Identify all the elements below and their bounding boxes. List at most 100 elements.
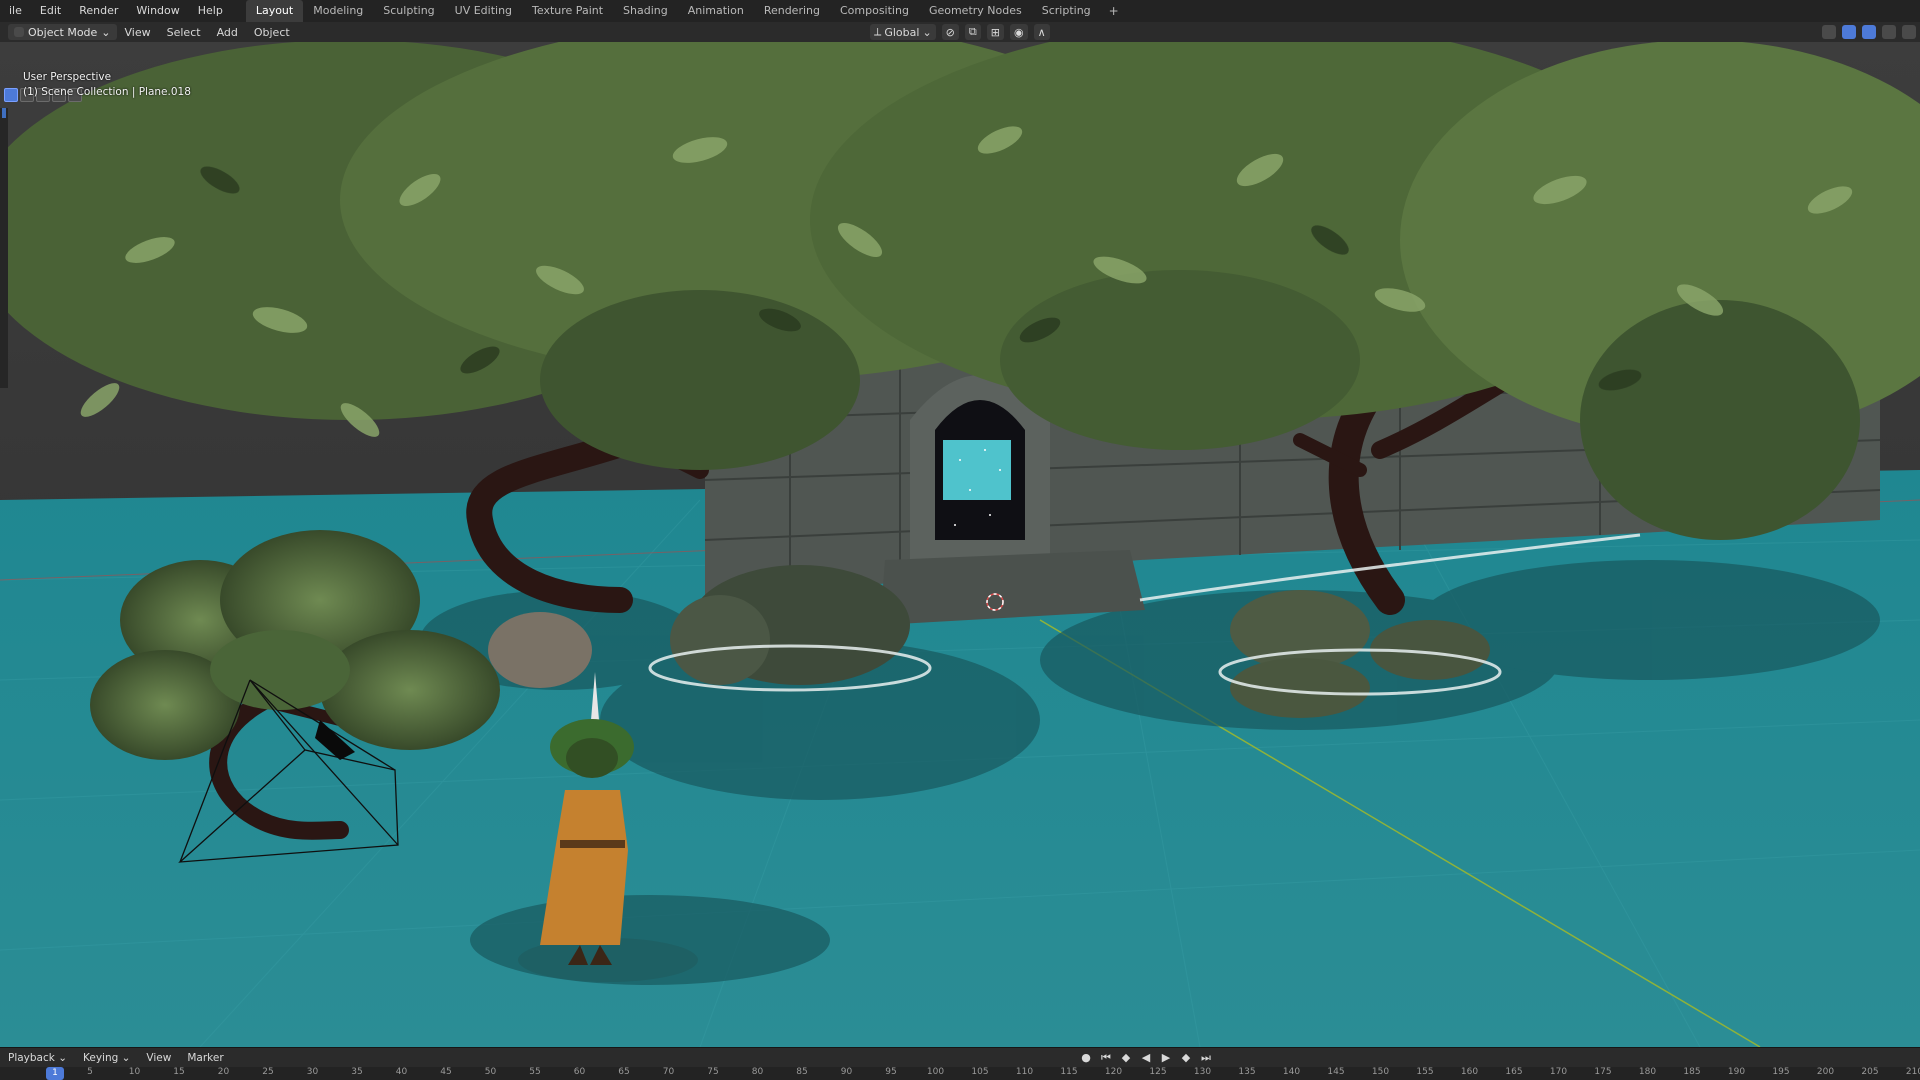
timeline-tick-label: 25 bbox=[262, 1067, 274, 1077]
snap-target-button[interactable]: ⊞ bbox=[986, 24, 1004, 40]
proportional-button[interactable]: ◉ bbox=[1009, 24, 1028, 40]
scene-render bbox=[0, 42, 1920, 1047]
gizmo-icon[interactable] bbox=[1842, 25, 1856, 39]
xray-icon[interactable] bbox=[1882, 25, 1896, 39]
playback-label: Playback bbox=[8, 1052, 55, 1064]
timeline-tick-label: 55 bbox=[529, 1067, 541, 1077]
timeline-tick-label: 15 bbox=[173, 1067, 185, 1077]
timeline-tick-label: 195 bbox=[1772, 1067, 1790, 1077]
timeline-tick-label: 10 bbox=[128, 1067, 141, 1077]
timeline-tick-label: 20 bbox=[217, 1067, 230, 1077]
visibility-icon[interactable] bbox=[1822, 25, 1836, 39]
viewport-header: Object Mode ⌄ View Select Add Object ⟂ G… bbox=[0, 22, 1920, 42]
timeline-tick-label: 165 bbox=[1505, 1067, 1523, 1077]
timeline-tick-label: 185 bbox=[1683, 1067, 1701, 1077]
timeline-menu-keying[interactable]: Keying ⌄ bbox=[75, 1052, 138, 1064]
timeline-tick-label: 140 bbox=[1282, 1067, 1301, 1077]
pivot-button[interactable]: ⊘ bbox=[941, 24, 959, 40]
timeline-tick-label: 110 bbox=[1015, 1067, 1034, 1077]
timeline-tick-label: 35 bbox=[351, 1067, 363, 1077]
timeline-tick-label: 180 bbox=[1638, 1067, 1657, 1077]
tab-modeling[interactable]: Modeling bbox=[303, 0, 373, 22]
collection-label: (1) Scene Collection | Plane.018 bbox=[23, 86, 191, 98]
pivot-icon: ⊘ bbox=[945, 25, 955, 39]
timeline-tick-label: 155 bbox=[1416, 1067, 1434, 1077]
timeline-menu-marker[interactable]: Marker bbox=[179, 1052, 231, 1064]
next-keyframe-icon[interactable]: ◆ bbox=[1178, 1050, 1194, 1066]
header-menu-object[interactable]: Object bbox=[246, 26, 298, 39]
timeline-tick-label: 5 bbox=[87, 1067, 93, 1077]
falloff-icon: ∧ bbox=[1037, 25, 1046, 39]
timeline-tick-label: 175 bbox=[1594, 1067, 1612, 1077]
timeline-ruler[interactable]: 1 5 10 15 20 25 30 35 40 45 50 55 60 65 70 75 80 85 90 95 1… bbox=[0, 1067, 1920, 1080]
tab-uv-editing[interactable]: UV Editing bbox=[445, 0, 522, 22]
header-menu-select[interactable]: Select bbox=[159, 26, 209, 39]
play-icon[interactable]: ▶ bbox=[1158, 1050, 1174, 1066]
playback-controls: ● ⏮ ◆ ◀ ▶ ◆ ⏭ bbox=[1078, 1050, 1214, 1066]
tab-shading[interactable]: Shading bbox=[613, 0, 678, 22]
header-menu-view[interactable]: View bbox=[117, 26, 159, 39]
snap-icon: ⧉ bbox=[968, 25, 977, 38]
play-reverse-icon[interactable]: ◀ bbox=[1138, 1050, 1154, 1066]
timeline-header: Playback ⌄ Keying ⌄ View Marker ● ⏮ ◆ ◀ … bbox=[0, 1047, 1920, 1068]
jump-end-icon[interactable]: ⏭ bbox=[1198, 1050, 1214, 1066]
chevron-down-icon: ⌄ bbox=[101, 25, 111, 39]
timeline-tick-label: 190 bbox=[1727, 1067, 1746, 1077]
menu-edit[interactable]: Edit bbox=[31, 0, 70, 22]
prev-keyframe-icon[interactable]: ◆ bbox=[1118, 1050, 1134, 1066]
transform-tools: ⟂ Global ⌄ ⊘ ⧉ ⊞ ◉ ∧ bbox=[870, 22, 1050, 42]
jump-start-icon[interactable]: ⏮ bbox=[1098, 1050, 1114, 1066]
tab-texture-paint[interactable]: Texture Paint bbox=[522, 0, 613, 22]
timeline-tick-label: 95 bbox=[885, 1067, 897, 1077]
snap-target-icon: ⊞ bbox=[990, 25, 1000, 39]
perspective-label: User Perspective bbox=[23, 71, 112, 83]
menu-help[interactable]: Help bbox=[189, 0, 232, 22]
timeline-tick-label: 100 bbox=[926, 1067, 945, 1077]
3d-viewport[interactable]: User Perspective (1) Scene Collection | … bbox=[0, 42, 1920, 1047]
timeline-tick-label: 130 bbox=[1193, 1067, 1212, 1077]
timeline-tick-label: 145 bbox=[1327, 1067, 1345, 1077]
timeline-tick-label: 30 bbox=[306, 1067, 319, 1077]
timeline-tick-label: 125 bbox=[1149, 1067, 1167, 1077]
timeline-tick-label: 105 bbox=[971, 1067, 989, 1077]
mode-dropdown[interactable]: Object Mode ⌄ bbox=[8, 24, 117, 40]
timeline-menu-playback[interactable]: Playback ⌄ bbox=[0, 1052, 75, 1064]
timeline-tick-label: 160 bbox=[1460, 1067, 1479, 1077]
header-menu-add[interactable]: Add bbox=[209, 26, 246, 39]
tab-compositing[interactable]: Compositing bbox=[830, 0, 919, 22]
current-frame-indicator[interactable]: 1 bbox=[46, 1067, 64, 1080]
tab-layout[interactable]: Layout bbox=[245, 0, 304, 22]
timeline-tick-label: 150 bbox=[1371, 1067, 1390, 1077]
object-mode-icon bbox=[14, 27, 24, 37]
overlay-icon[interactable] bbox=[1862, 25, 1876, 39]
tab-geometry-nodes[interactable]: Geometry Nodes bbox=[919, 0, 1032, 22]
timeline-menu-view[interactable]: View bbox=[138, 1052, 179, 1064]
orientation-label: Global bbox=[884, 25, 920, 39]
timeline-tick-label: 70 bbox=[662, 1067, 675, 1077]
tab-sculpting[interactable]: Sculpting bbox=[373, 0, 444, 22]
tab-rendering[interactable]: Rendering bbox=[754, 0, 830, 22]
orientation-dropdown[interactable]: ⟂ Global ⌄ bbox=[870, 24, 936, 40]
viewport-display-tools bbox=[1822, 22, 1916, 42]
timeline-tick-label: 50 bbox=[484, 1067, 497, 1077]
timeline-tick-label: 135 bbox=[1238, 1067, 1256, 1077]
timeline-tick-label: 120 bbox=[1104, 1067, 1123, 1077]
tab-scripting[interactable]: Scripting bbox=[1032, 0, 1101, 22]
snap-button[interactable]: ⧉ bbox=[964, 24, 981, 40]
menu-render[interactable]: Render bbox=[70, 0, 127, 22]
shading-icon[interactable] bbox=[1902, 25, 1916, 39]
add-workspace-button[interactable]: + bbox=[1101, 4, 1127, 18]
select-new-icon[interactable] bbox=[4, 88, 18, 102]
keying-label: Keying bbox=[83, 1052, 119, 1064]
active-tool-indicator bbox=[2, 108, 6, 118]
top-menu-bar: ile Edit Render Window Help Layout Model… bbox=[0, 0, 1920, 23]
timeline-tick-label: 170 bbox=[1549, 1067, 1568, 1077]
menu-window[interactable]: Window bbox=[127, 0, 188, 22]
record-icon[interactable]: ● bbox=[1078, 1050, 1094, 1066]
tab-animation[interactable]: Animation bbox=[678, 0, 754, 22]
menu-file[interactable]: ile bbox=[0, 0, 31, 22]
falloff-button[interactable]: ∧ bbox=[1033, 24, 1050, 40]
workspace-tabs: Layout Modeling Sculpting UV Editing Tex… bbox=[245, 0, 1127, 22]
timeline-tick-label: 40 bbox=[395, 1067, 408, 1077]
orientation-icon: ⟂ bbox=[874, 25, 882, 38]
